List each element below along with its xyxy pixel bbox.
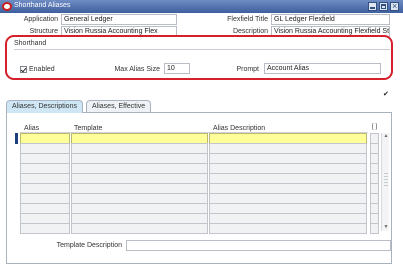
flexfield-title-label: Flexfield Title [227, 16, 268, 23]
column-header-template: Template [74, 125, 103, 132]
minimize-icon[interactable] [368, 2, 377, 11]
section-divider [14, 49, 390, 50]
prompt-field[interactable]: Account Alias [264, 63, 381, 74]
prompt-label: Prompt [236, 66, 259, 73]
alias-description-cell[interactable] [209, 223, 367, 234]
max-alias-size-field[interactable]: 10 [164, 63, 190, 74]
template-description-label: Template Description [56, 242, 122, 249]
oracle-app-icon [2, 2, 12, 11]
check-icon: ✔ [383, 91, 389, 98]
row-extra-cell[interactable] [370, 223, 379, 234]
scroll-up-icon[interactable]: ▲ [382, 133, 390, 140]
window-titlebar: Shorthand Aliases [0, 0, 403, 13]
application-label: Application [23, 16, 58, 23]
application-field[interactable]: General Ledger [61, 14, 177, 25]
shorthand-section-title: Shorthand [14, 40, 47, 47]
flexfield-title-field[interactable]: GL Ledger Flexfield [271, 14, 390, 25]
tab-aliases-effective[interactable]: Aliases, Effective [86, 100, 152, 112]
description-label: Description [232, 28, 268, 35]
template-cell[interactable] [71, 223, 208, 234]
tab-aliases-descriptions[interactable]: Aliases, Descriptions [6, 100, 83, 113]
enabled-label: Enabled [29, 66, 55, 73]
scroll-down-icon[interactable]: ▼ [382, 224, 390, 231]
template-description-field[interactable] [126, 240, 391, 251]
alias-cell[interactable] [20, 223, 70, 234]
structure-label: Structure [29, 28, 58, 35]
enabled-checkbox[interactable] [20, 66, 27, 73]
max-alias-size-label: Max Alias Size [114, 66, 160, 73]
close-icon[interactable] [390, 1, 399, 11]
table-scrollbar[interactable]: ▲ ▼ [381, 133, 389, 231]
scroll-grip[interactable] [384, 173, 388, 187]
maximize-icon[interactable] [379, 2, 388, 11]
column-header-alias: Alias [24, 125, 40, 132]
window-title: Shorthand Aliases [14, 2, 71, 9]
row-indicator[interactable] [15, 223, 18, 234]
folder-icon[interactable] [370, 124, 379, 132]
column-header-alias-description: Alias Description [213, 125, 266, 132]
